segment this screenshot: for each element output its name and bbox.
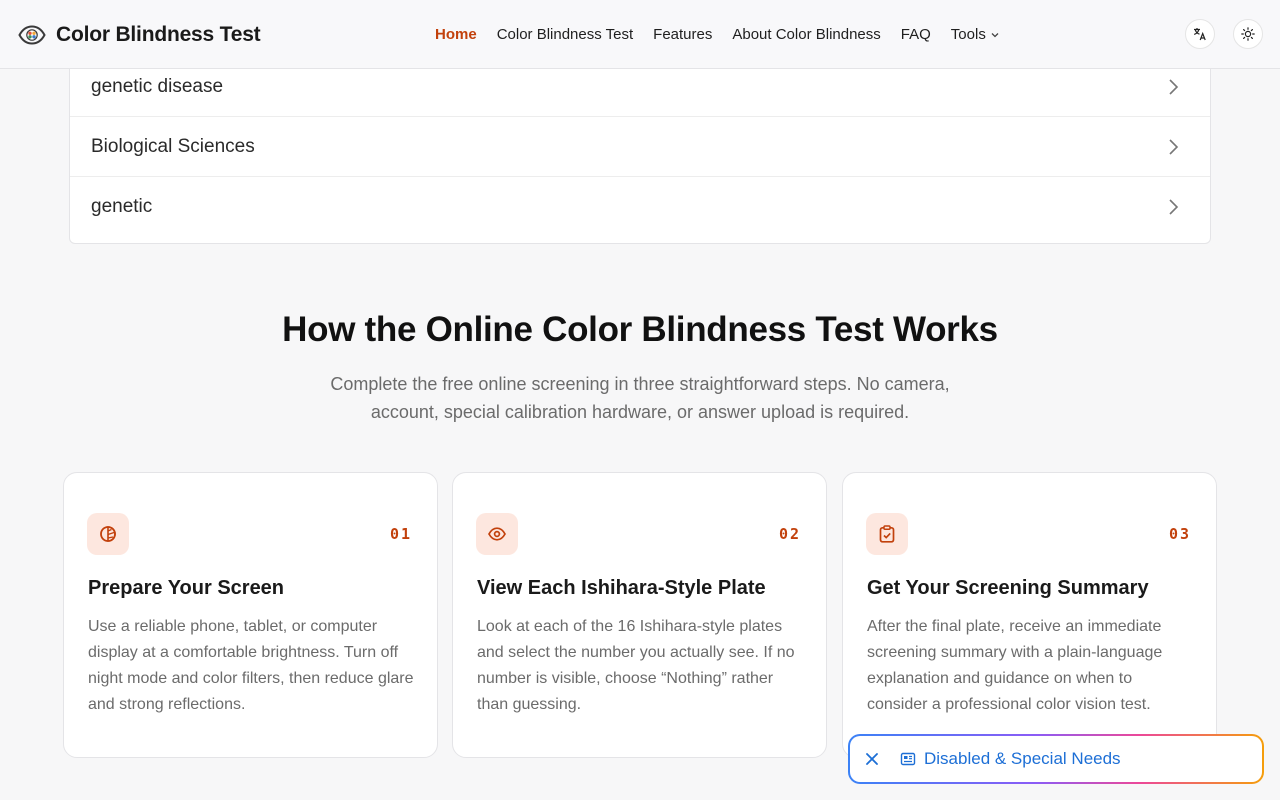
nav-item-faq[interactable]: FAQ [901, 26, 931, 43]
list-item-label: Biological Sciences [91, 135, 255, 157]
nav-item-color-blindness-test[interactable]: Color Blindness Test [497, 26, 633, 43]
section-subtitle: Complete the free online screening in th… [330, 374, 950, 422]
step-title: Prepare Your Screen [88, 577, 285, 599]
step-description: Look at each of the 16 Ishihara-style pl… [477, 618, 795, 713]
nav-item-label: FAQ [900, 26, 931, 43]
translate-icon [1193, 28, 1206, 41]
theme-toggle-button[interactable] [1233, 19, 1263, 49]
list-item[interactable]: Biological Sciences [70, 117, 1210, 177]
nav-item-label: Home [435, 26, 477, 43]
nav-item-label: Tools [950, 26, 986, 43]
step-title: Get Your Screening Summary [867, 577, 1149, 599]
site-header: Color Blindness Test Home Color Blindnes… [0, 0, 1280, 69]
special-needs-banner: Disabled & Special Needs [848, 734, 1264, 784]
list-item-label: genetic disease [91, 75, 224, 97]
nav-item-features[interactable]: Features [653, 26, 712, 43]
nav-item-label: Features [653, 26, 713, 43]
special-needs-banner-inner: Disabled & Special Needs [850, 736, 1262, 782]
close-icon[interactable] [864, 751, 880, 767]
related-topics-list: genetic disease Biological Sciences gene… [69, 40, 1211, 244]
newspaper-icon [900, 752, 916, 766]
main-nav: Home Color Blindness Test Features About… [435, 0, 1000, 69]
step-description: Use a reliable phone, tablet, or compute… [88, 618, 414, 713]
language-button[interactable] [1185, 19, 1215, 49]
step-description: After the final plate, receive an immedi… [867, 618, 1163, 713]
nav-item-tools[interactable]: Tools [951, 26, 1000, 43]
nav-item-label: Color Blindness Test [496, 26, 634, 43]
chevron-right-icon [1169, 138, 1179, 155]
list-item-label: genetic [91, 196, 153, 217]
nav-item-home[interactable]: Home [435, 26, 477, 43]
brand-title: Color Blindness Test [56, 22, 261, 46]
special-needs-link[interactable]: Disabled & Special Needs [924, 749, 1121, 769]
brand[interactable]: Color Blindness Test [18, 0, 261, 69]
chevron-down-icon [991, 32, 999, 37]
clipboard-check-icon [866, 513, 908, 555]
step-number: 03 [1168, 525, 1191, 543]
step-title: View Each Ishihara-Style Plate [477, 577, 766, 599]
nav-item-about[interactable]: About Color Blindness [732, 26, 880, 43]
step-card: 03 Get Your Screening Summary After the … [842, 472, 1217, 758]
eye-icon [476, 513, 518, 555]
section-title: How the Online Color Blindness Test Work… [282, 310, 998, 349]
chevron-right-icon [1169, 78, 1179, 95]
step-card: 01 Prepare Your Screen Use a reliable ph… [63, 472, 438, 758]
chevron-right-icon [1169, 199, 1179, 215]
sun-icon [1241, 27, 1255, 41]
eye-icon [18, 21, 46, 49]
step-card: 02 View Each Ishihara-Style Plate Look a… [452, 472, 827, 758]
step-number: 01 [389, 525, 412, 543]
contrast-icon [87, 513, 129, 555]
list-item[interactable]: genetic [70, 177, 1210, 237]
step-number: 02 [778, 525, 801, 543]
nav-item-label: About Color Blindness [732, 26, 881, 43]
